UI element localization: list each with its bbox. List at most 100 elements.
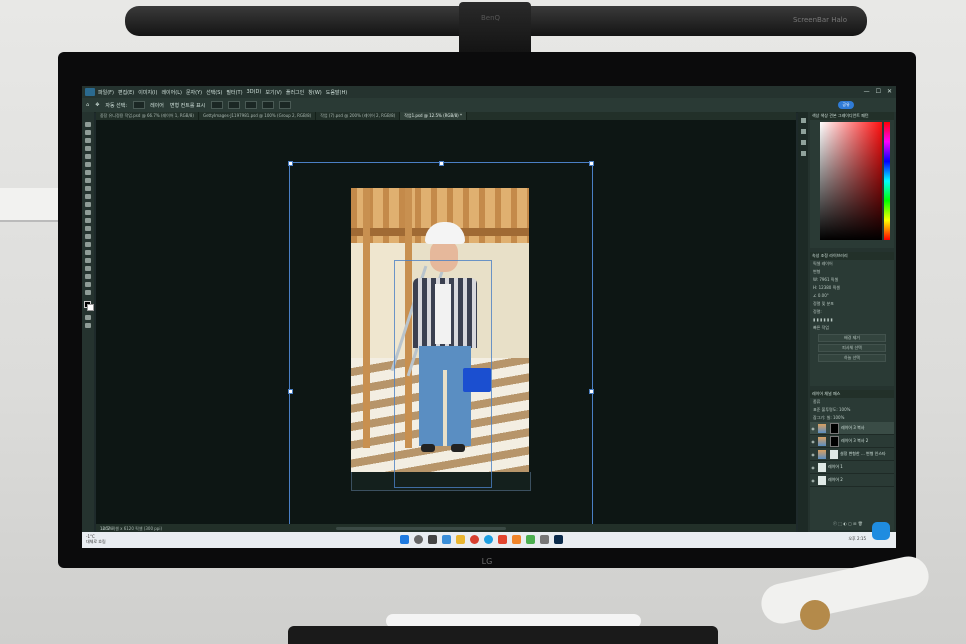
type-tool-icon[interactable] [85,250,91,255]
transform-handle-ml[interactable] [288,389,293,394]
start-icon[interactable] [400,535,409,544]
settings-icon[interactable] [540,535,549,544]
move-tool-icon[interactable]: ✥ [95,102,99,108]
maximize-button[interactable]: ☐ [876,88,881,95]
character-icon[interactable] [800,151,806,156]
color-picker-field[interactable] [820,122,882,240]
dodge-tool-icon[interactable] [85,234,91,239]
photoshop-logo-icon[interactable] [85,88,95,96]
background-color-swatch[interactable] [87,304,94,311]
chrome-icon[interactable] [470,535,479,544]
history-brush-icon[interactable] [85,202,91,207]
tab-document-active[interactable]: 작업1.psd @ 12.5% (RGB/8) * [400,112,467,120]
screen-mode-icon[interactable] [85,323,91,328]
task-view-icon[interactable] [428,535,437,544]
align-icons[interactable]: ▮ ▮ ▮ ▮ ▮ ▮ [810,316,894,324]
shape-tool-icon[interactable] [85,266,91,271]
transform-handle-tc[interactable] [439,161,444,166]
show-transform-controls[interactable]: 변형 컨트롤 표시 [170,102,205,109]
tab-document-1[interactable]: 중장 유니정용 작업.psd @ 66.7% (레이어 1, RGB/8) [96,112,199,120]
horizontal-scrollbar[interactable] [336,527,506,530]
widgets-icon[interactable] [442,535,451,544]
brush-settings-icon[interactable] [800,140,806,145]
path-select-tool-icon[interactable] [85,258,91,263]
tab-document-3[interactable]: 작업 (7).psd @ 200% (레이어 2, RGB/8) [316,112,401,120]
info-icon[interactable] [800,129,806,134]
menu-edit[interactable]: 편집(E) [118,89,134,96]
properties-panel-tabs[interactable]: 속성 조정 라이브러리 [810,252,894,260]
layer-name[interactable]: 설정 변형한 ... 변형 인스타 [840,451,886,457]
more-options-icon[interactable] [279,101,292,109]
menu-plugins[interactable]: 플러그인 [286,89,304,96]
home-icon[interactable]: ⌂ [86,102,89,108]
layer-kind-filter[interactable]: 종류 [810,398,894,406]
align-left-icon[interactable] [211,101,224,109]
brush-tool-icon[interactable] [85,186,91,191]
weather-widget[interactable]: -1°C 대체로 흐림 [86,534,106,544]
floating-app-icon[interactable] [872,522,890,540]
eraser-tool-icon[interactable] [85,210,91,215]
marquee-tool-icon[interactable] [85,130,91,135]
menu-layer[interactable]: 레이어(L) [161,89,182,96]
share-button[interactable]: 공유 [838,101,854,109]
visibility-eye-icon[interactable]: ◉ [810,439,816,444]
hue-slider[interactable] [884,122,890,240]
quick-mask-icon[interactable] [85,315,91,320]
app-green-icon[interactable] [526,535,535,544]
align-right-icon[interactable] [245,101,258,109]
layer-mask-thumbnail[interactable] [830,422,839,434]
transform-height[interactable]: H: 12380 픽셀 [810,284,894,292]
eyedropper-tool-icon[interactable] [85,170,91,175]
healing-tool-icon[interactable] [85,178,91,183]
menu-file[interactable]: 파일(F) [98,89,114,96]
layer-name[interactable]: 레이어 1 [828,464,843,470]
close-button[interactable]: ✕ [887,88,892,95]
select-subject-button[interactable]: 피사체 선택 [818,344,886,352]
transform-handle-mr[interactable] [589,389,594,394]
lock-and-fill[interactable]: 잠그기: 칠: 100% [810,414,894,422]
edge-icon[interactable] [484,535,493,544]
menu-image[interactable]: 이미지(I) [138,89,157,96]
visibility-eye-icon[interactable]: ◉ [810,426,816,431]
transform-handle-tl[interactable] [288,161,293,166]
system-tray[interactable]: 오후 2:15 [848,536,866,542]
search-icon[interactable] [414,535,423,544]
align-center-icon[interactable] [228,101,241,109]
minimize-button[interactable]: — [864,88,870,95]
layer-row[interactable]: ◉ 레이어 1 [810,461,894,474]
layer-row[interactable]: ◉ 레이어 2 [810,474,894,487]
distribute-icon[interactable] [262,101,275,109]
auto-select-label[interactable]: 자동 선택: [105,102,127,109]
visibility-eye-icon[interactable]: ◉ [810,452,816,457]
menu-3d[interactable]: 3D(D) [247,89,262,95]
align-section[interactable]: 정렬 및 분포 [810,300,894,308]
layer-name[interactable]: 레이어 3 복사 [841,425,865,431]
layer-mask-thumbnail[interactable] [830,435,839,447]
color-swatches[interactable] [84,301,94,311]
transform-angle[interactable]: ∠ 0.00° [810,292,894,300]
menu-type[interactable]: 문자(Y) [186,89,202,96]
tab-document-2[interactable]: GettyImages-J1197981.psd @ 100% (Group 2… [199,112,317,120]
stamp-tool-icon[interactable] [85,194,91,199]
auto-select-target[interactable]: 레이어 [150,102,164,109]
gradient-tool-icon[interactable] [85,218,91,223]
layers-panel-tabs[interactable]: 레이어 채널 패스 [810,390,894,398]
hand-tool-icon[interactable] [85,274,91,279]
move-tool-icon[interactable] [85,122,91,127]
history-icon[interactable] [800,118,806,123]
color-panel-tabs[interactable]: 색상 색상 견본 그레이디언트 패턴 [810,112,894,120]
menu-view[interactable]: 보기(V) [265,89,282,96]
frame-tool-icon[interactable] [85,162,91,167]
canvas-area[interactable] [96,120,796,528]
quick-actions-section[interactable]: 빠른 작업 [810,324,894,332]
lasso-tool-icon[interactable] [85,138,91,143]
visibility-eye-icon[interactable]: ◉ [810,465,816,470]
layer-row[interactable]: ◉ 레이어 3 복사 [810,422,894,435]
app-red-icon[interactable] [498,535,507,544]
zoom-tool-icon[interactable] [85,282,91,287]
app-orange-icon[interactable] [512,535,521,544]
menu-window[interactable]: 창(W) [308,89,321,96]
transform-width[interactable]: W: 7961 픽셀 [810,276,894,284]
transform-section[interactable]: 변형 [810,268,894,276]
layer-row[interactable]: ◉ 레이어 3 복사 2 [810,435,894,448]
